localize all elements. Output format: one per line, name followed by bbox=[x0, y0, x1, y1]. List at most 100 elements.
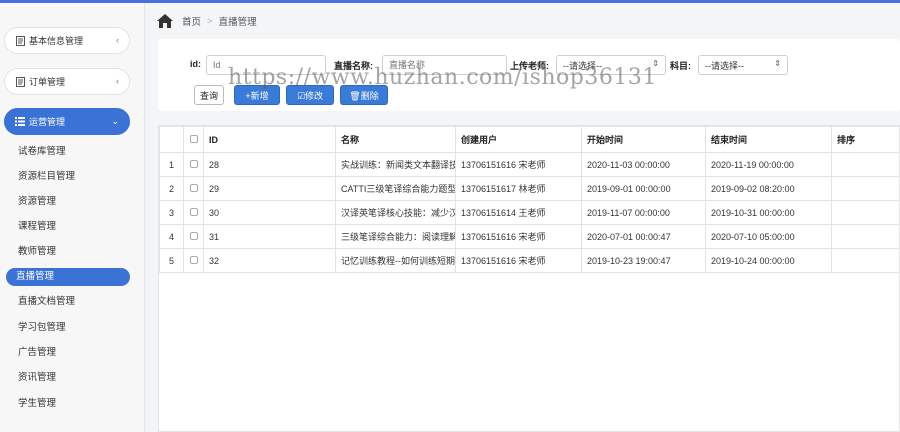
header-id[interactable]: ID bbox=[203, 126, 336, 153]
header-end-time[interactable]: 结束时间 bbox=[705, 126, 832, 153]
document-icon bbox=[15, 76, 25, 87]
edit-button[interactable]: ☑修改 bbox=[286, 85, 334, 105]
row-select[interactable] bbox=[183, 200, 204, 225]
cell-end-time: 2020-11-19 00:00:00 bbox=[705, 152, 832, 177]
id-input[interactable] bbox=[206, 55, 326, 75]
table-row[interactable]: 4 31 三级笔译综合能力：阅读理解 13706151616 宋老师 2020-… bbox=[159, 224, 900, 249]
row-select[interactable] bbox=[183, 248, 204, 273]
select-caret-icon: ⇕ bbox=[774, 59, 781, 68]
checkbox[interactable] bbox=[189, 255, 198, 264]
chevron-left-icon: ‹ bbox=[116, 76, 119, 86]
cell-name: CATTI三级笔译综合能力题型 bbox=[335, 176, 456, 201]
query-button[interactable]: 查询 bbox=[194, 85, 224, 105]
add-button[interactable]: +新增 bbox=[234, 85, 280, 105]
cell-sort bbox=[831, 248, 900, 273]
select-caret-icon: ⇕ bbox=[652, 59, 659, 68]
cell-sort bbox=[831, 200, 900, 225]
cell-end-time: 2019-10-31 00:00:00 bbox=[705, 200, 832, 225]
teacher-select-value: --请选择-- bbox=[563, 61, 602, 71]
breadcrumb-current: 直播管理 bbox=[218, 17, 257, 28]
home-icon[interactable] bbox=[156, 13, 174, 29]
live-table: ID 名称 创建用户 开始时间 结束时间 排序 1 28 实战训练：新闻类文本翻… bbox=[159, 126, 900, 273]
sidebar-group-operations[interactable]: 运营管理 ⌄ bbox=[4, 108, 130, 135]
cell-name: 汉译英笔译核心技能：减少汉 bbox=[335, 200, 456, 225]
sidebar-item-news[interactable]: 资讯管理 bbox=[8, 369, 130, 387]
cell-end-time: 2019-09-02 08:20:00 bbox=[705, 176, 832, 201]
live-name-label: 直播名称: bbox=[334, 61, 373, 71]
cell-start-time: 2019-10-23 19:00:47 bbox=[581, 248, 706, 273]
sidebar-group-basic-info[interactable]: 基本信息管理 ‹ bbox=[4, 27, 130, 54]
checkbox[interactable] bbox=[189, 134, 198, 143]
cell-name: 三级笔译综合能力：阅读理解 bbox=[335, 224, 456, 249]
sidebar-item-ads[interactable]: 广告管理 bbox=[8, 344, 130, 362]
cell-creator: 13706151614 王老师 bbox=[455, 200, 582, 225]
table-row[interactable]: 3 30 汉译英笔译核心技能：减少汉 13706151614 王老师 2019-… bbox=[159, 200, 900, 225]
row-number: 4 bbox=[159, 224, 184, 249]
row-select[interactable] bbox=[183, 152, 204, 177]
cell-sort bbox=[831, 176, 900, 201]
teacher-select[interactable]: --请选择-- ⇕ bbox=[556, 55, 666, 75]
filter-panel: id: 直播名称: 上传老师: --请选择-- ⇕ 科目: --请选择-- ⇕ … bbox=[158, 39, 900, 111]
live-name-input[interactable] bbox=[382, 55, 507, 75]
sidebar-item-live-docs[interactable]: 直播文档管理 bbox=[8, 293, 130, 311]
cell-start-time: 2020-07-01 00:00:47 bbox=[581, 224, 706, 249]
cell-start-time: 2020-11-03 00:00:00 bbox=[581, 152, 706, 177]
cell-id: 28 bbox=[203, 152, 336, 177]
cell-creator: 13706151617 林老师 bbox=[455, 176, 582, 201]
sidebar-item-live[interactable]: 直播管理 bbox=[6, 268, 130, 286]
sidebar-item-students[interactable]: 学生管理 bbox=[8, 395, 130, 413]
table-row[interactable]: 1 28 实战训练：新闻类文本翻译技 13706151616 宋老师 2020-… bbox=[159, 152, 900, 177]
list-icon bbox=[15, 117, 25, 127]
header-creator[interactable]: 创建用户 bbox=[455, 126, 582, 153]
cell-creator: 13706151616 宋老师 bbox=[455, 152, 582, 177]
cell-end-time: 2020-07-10 05:00:00 bbox=[705, 224, 832, 249]
breadcrumb-separator: > bbox=[207, 15, 213, 27]
sidebar-group-label: 订单管理 bbox=[29, 77, 66, 87]
sidebar-item-courses[interactable]: 课程管理 bbox=[8, 218, 130, 236]
sidebar-group-label: 运营管理 bbox=[29, 117, 66, 127]
row-select[interactable] bbox=[183, 176, 204, 201]
row-select[interactable] bbox=[183, 224, 204, 249]
table-row[interactable]: 5 32 记忆训练教程--如何训练短期 13706151616 宋老师 2019… bbox=[159, 248, 900, 273]
cell-id: 32 bbox=[203, 248, 336, 273]
cell-sort bbox=[831, 152, 900, 177]
sidebar-group-orders[interactable]: 订单管理 ‹ bbox=[4, 68, 130, 95]
document-icon bbox=[15, 35, 25, 46]
id-label: id: bbox=[190, 59, 201, 69]
sidebar-item-teachers[interactable]: 教师管理 bbox=[8, 243, 130, 261]
row-number: 2 bbox=[159, 176, 184, 201]
cell-start-time: 2019-11-07 00:00:00 bbox=[581, 200, 706, 225]
header-select-all[interactable] bbox=[183, 126, 204, 153]
row-number: 3 bbox=[159, 200, 184, 225]
sidebar-item-resource-columns[interactable]: 资源栏目管理 bbox=[8, 168, 130, 186]
sidebar-item-resources[interactable]: 资源管理 bbox=[8, 193, 130, 211]
cell-creator: 13706151616 宋老师 bbox=[455, 248, 582, 273]
table-header-row: ID 名称 创建用户 开始时间 结束时间 排序 bbox=[159, 126, 900, 153]
header-name[interactable]: 名称 bbox=[335, 126, 456, 153]
cell-name: 实战训练：新闻类文本翻译技 bbox=[335, 152, 456, 177]
cell-creator: 13706151616 宋老师 bbox=[455, 224, 582, 249]
table-row[interactable]: 2 29 CATTI三级笔译综合能力题型 13706151617 林老师 201… bbox=[159, 176, 900, 201]
cell-id: 30 bbox=[203, 200, 336, 225]
breadcrumb-home[interactable]: 首页 bbox=[182, 14, 201, 28]
checkbox[interactable] bbox=[189, 183, 198, 192]
subject-label: 科目: bbox=[670, 61, 691, 71]
header-start-time[interactable]: 开始时间 bbox=[581, 126, 706, 153]
checkbox[interactable] bbox=[189, 159, 198, 168]
row-number: 1 bbox=[159, 152, 184, 177]
sidebar-item-exam-bank[interactable]: 试卷库管理 bbox=[8, 143, 130, 161]
cell-sort bbox=[831, 224, 900, 249]
cell-id: 29 bbox=[203, 176, 336, 201]
chevron-down-icon: ⌄ bbox=[111, 116, 119, 126]
main-content: 首页 > 直播管理 id: 直播名称: 上传老师: --请选择-- ⇕ 科目: … bbox=[146, 3, 900, 432]
delete-button[interactable]: 🗑删除 bbox=[340, 85, 388, 105]
subject-select[interactable]: --请选择-- ⇕ bbox=[698, 55, 788, 75]
sidebar-group-label: 基本信息管理 bbox=[29, 36, 84, 46]
breadcrumb: 首页 > 直播管理 bbox=[156, 11, 257, 31]
checkbox[interactable] bbox=[189, 231, 198, 240]
live-table-container: ID 名称 创建用户 开始时间 结束时间 排序 1 28 实战训练：新闻类文本翻… bbox=[158, 125, 900, 432]
sidebar-item-study-packs[interactable]: 学习包管理 bbox=[8, 319, 130, 337]
checkbox[interactable] bbox=[189, 207, 198, 216]
header-sort[interactable]: 排序 bbox=[831, 126, 900, 153]
cell-name: 记忆训练教程--如何训练短期 bbox=[335, 248, 456, 273]
